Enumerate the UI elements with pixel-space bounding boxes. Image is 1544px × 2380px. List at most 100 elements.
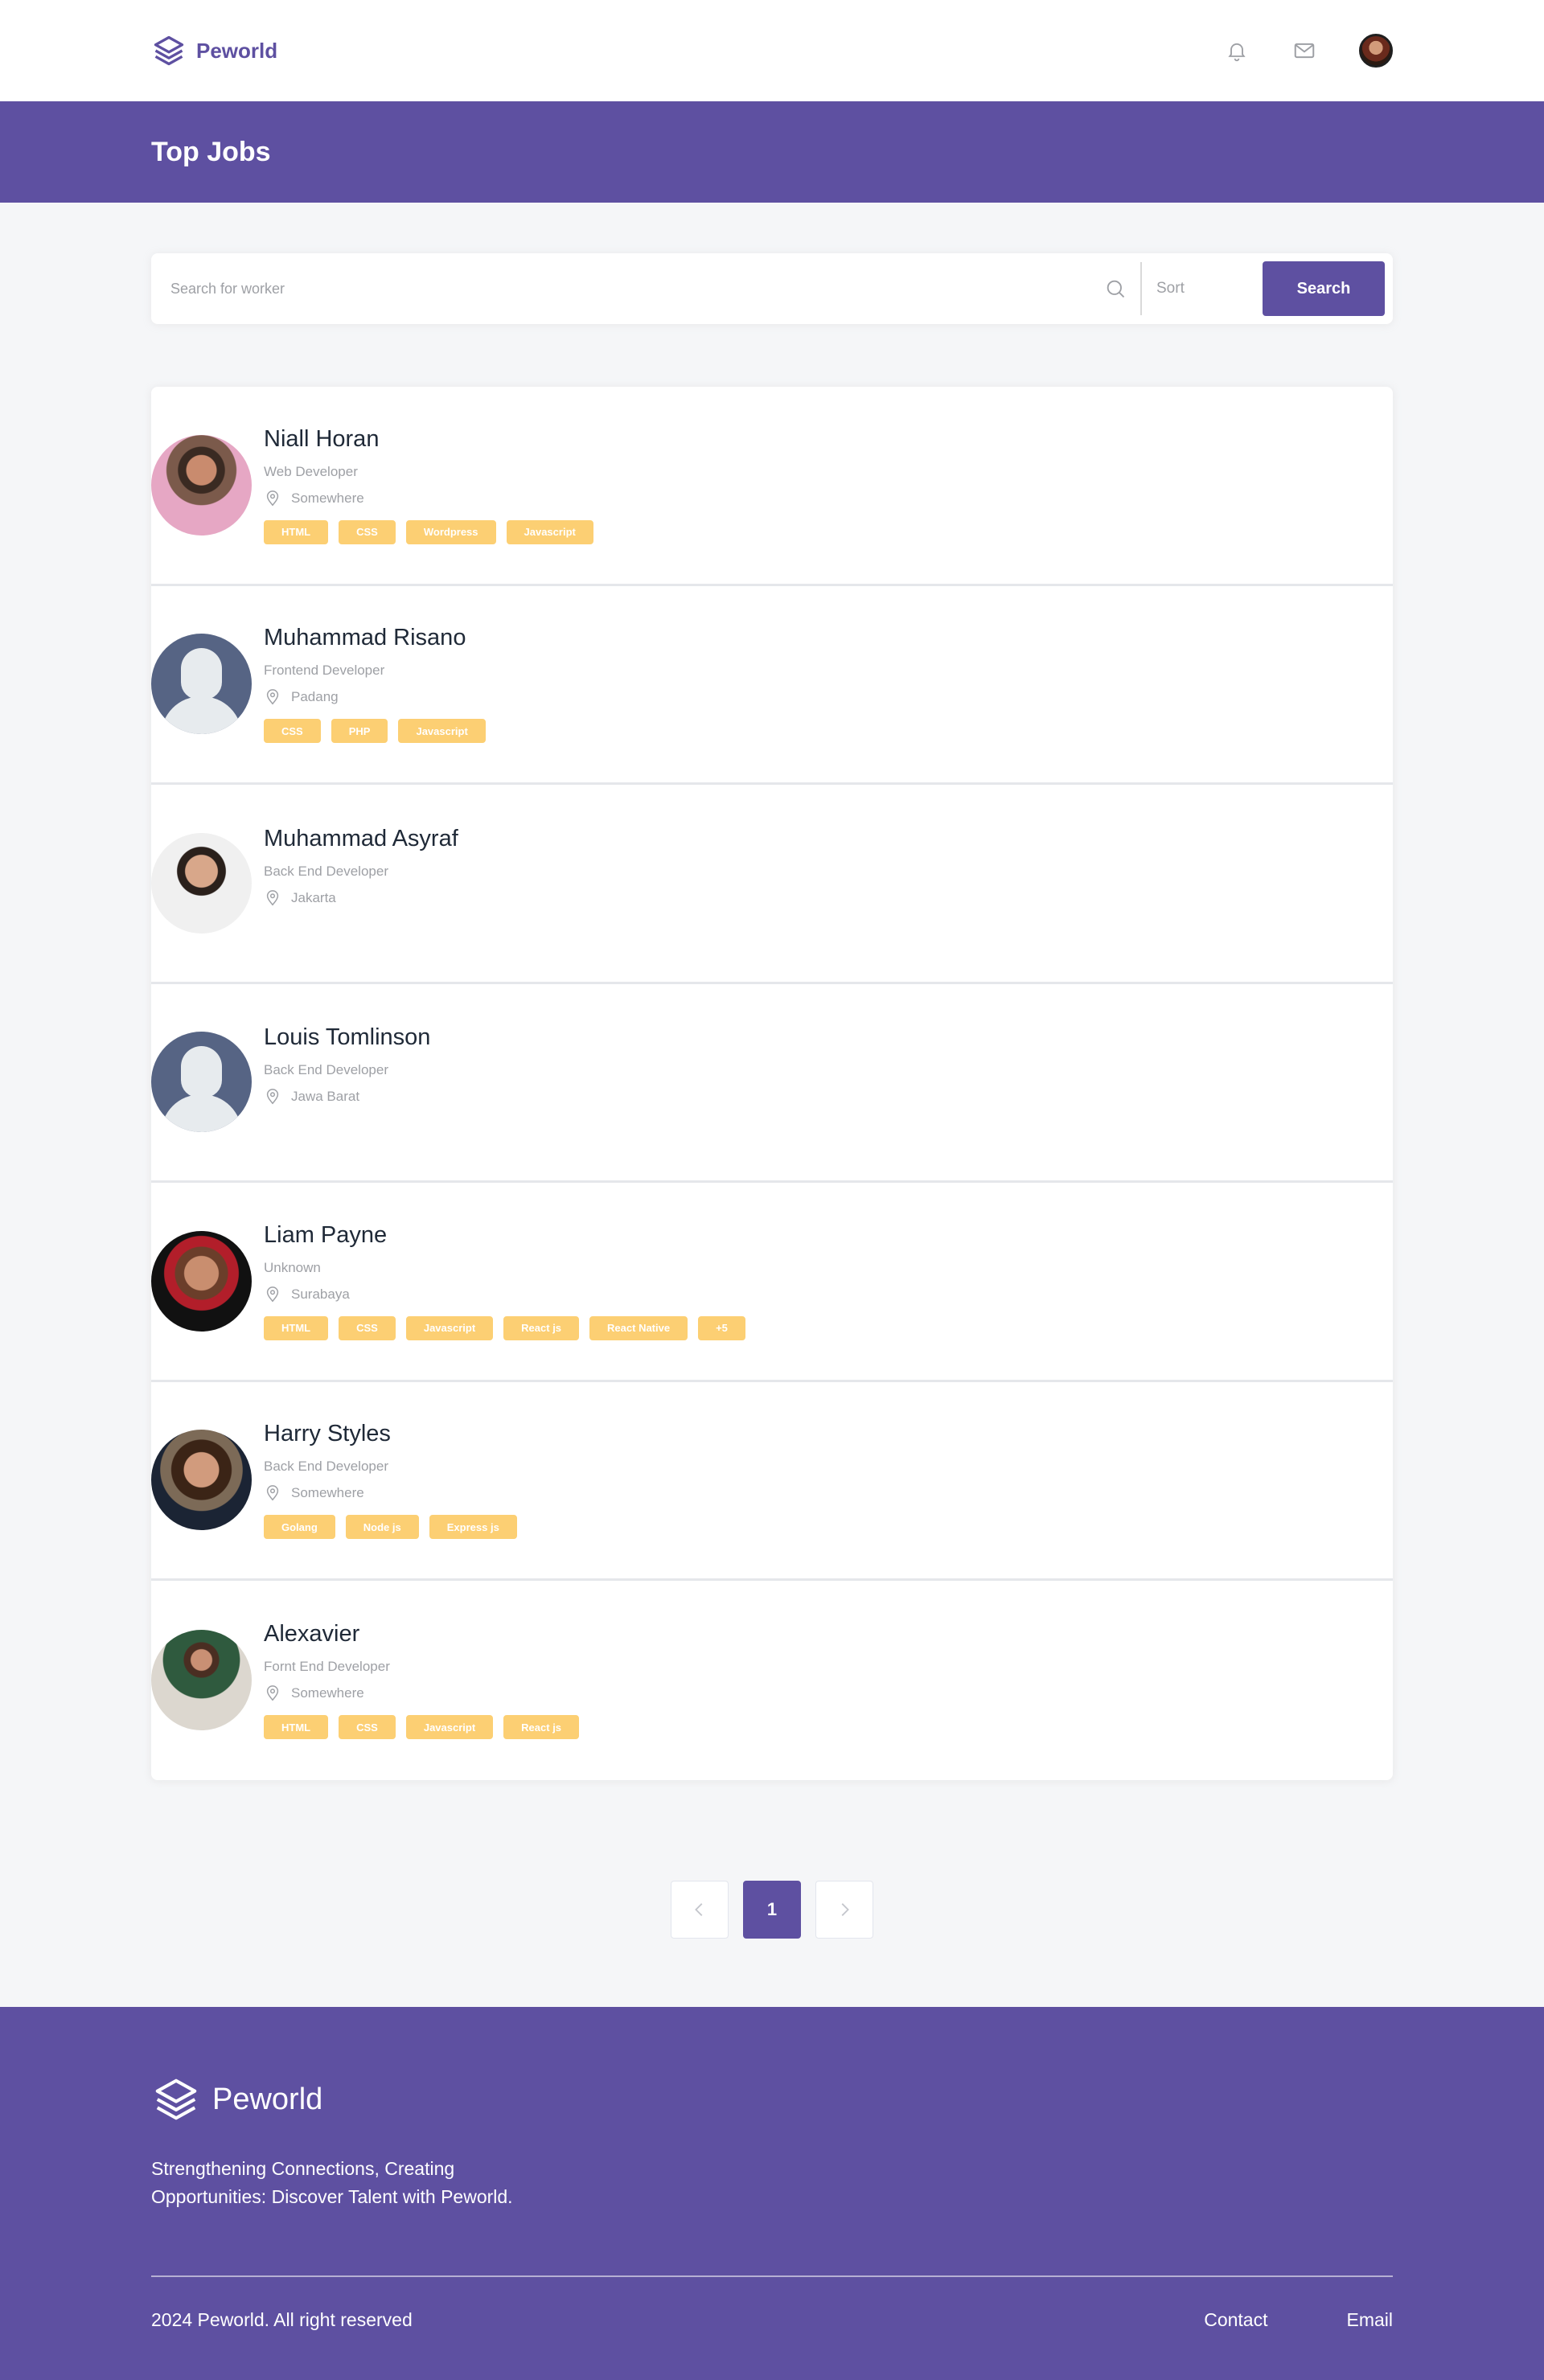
more-skills-tag[interactable]: +5 xyxy=(698,1315,745,1340)
worker-avatar xyxy=(151,1430,252,1531)
skill-tag: React Native xyxy=(589,1315,688,1340)
worker-role: Unknown xyxy=(264,1259,321,1275)
worker-row[interactable]: Alexavier Fornt End Developer Somewhere … xyxy=(151,1581,1393,1780)
map-pin-icon xyxy=(266,490,279,507)
map-pin-icon xyxy=(266,1089,279,1105)
footer-brand[interactable]: Peworld xyxy=(151,2074,1393,2124)
skill-tag: Express js xyxy=(429,1515,517,1540)
default-avatar-icon xyxy=(151,1032,252,1133)
worker-location: Somewhere xyxy=(264,1684,579,1702)
brand-name: Peworld xyxy=(196,38,278,63)
layers-logo-icon xyxy=(155,2078,197,2120)
worker-row[interactable]: Liam Payne Unknown Surabaya HTML CSS Jav… xyxy=(151,1183,1393,1382)
skill-tag: CSS xyxy=(339,519,396,544)
footer-tagline: Strengthening Connections, Creating Oppo… xyxy=(151,2158,513,2207)
worker-name[interactable]: Muhammad Risano xyxy=(264,625,486,651)
skill-tag: Javascript xyxy=(405,1315,494,1340)
worker-location: Jawa Barat xyxy=(264,1088,430,1106)
skill-tag: React js xyxy=(503,1315,580,1340)
search-input[interactable] xyxy=(170,280,1102,298)
layers-logo-icon xyxy=(154,35,184,66)
worker-name[interactable]: Niall Horan xyxy=(264,426,593,453)
map-pin-icon xyxy=(266,1685,279,1701)
skill-tags: HTML CSS Javascript React js xyxy=(264,1715,580,1740)
worker-row[interactable]: Louis Tomlinson Back End Developer Jawa … xyxy=(151,984,1393,1183)
worker-avatar xyxy=(151,434,252,536)
search-button[interactable]: Search xyxy=(1263,261,1385,316)
skill-tags: Golang Node js Express js xyxy=(264,1515,517,1540)
skill-tag: HTML xyxy=(264,519,329,544)
map-pin-icon xyxy=(266,889,279,906)
location-text: Surabaya xyxy=(291,1286,350,1302)
worker-list: Niall Horan Web Developer Somewhere HTML… xyxy=(151,387,1393,1780)
worker-role: Frontend Developer xyxy=(264,663,385,679)
footer-brand-name: Peworld xyxy=(212,2082,323,2116)
worker-role: Back End Developer xyxy=(264,1062,388,1078)
worker-name[interactable]: Alexavier xyxy=(264,1621,579,1648)
chevron-left-icon[interactable] xyxy=(671,1880,729,1939)
bell-icon[interactable] xyxy=(1224,38,1250,64)
search-icon[interactable] xyxy=(1102,275,1129,302)
mail-icon[interactable] xyxy=(1291,38,1317,64)
skill-tag: Wordpress xyxy=(405,519,496,544)
chevron-right-icon[interactable] xyxy=(815,1880,873,1939)
map-pin-icon xyxy=(266,1286,279,1303)
skill-tag: Golang xyxy=(264,1515,335,1540)
worker-avatar xyxy=(151,832,252,934)
user-avatar[interactable] xyxy=(1359,34,1393,68)
skill-tag: PHP xyxy=(331,719,388,744)
worker-location: Somewhere xyxy=(264,1484,517,1502)
page-button-current[interactable]: 1 xyxy=(743,1880,801,1939)
worker-name[interactable]: Muhammad Asyraf xyxy=(264,826,458,852)
worker-role: Web Developer xyxy=(264,463,358,479)
worker-name[interactable]: Harry Styles xyxy=(264,1421,517,1447)
brand-logo[interactable]: Peworld xyxy=(151,33,277,68)
worker-role: Back End Developer xyxy=(264,1459,388,1475)
location-text: Padang xyxy=(291,689,339,705)
location-text: Somewhere xyxy=(291,1485,364,1501)
location-text: Somewhere xyxy=(291,490,364,506)
page-title: Top Jobs xyxy=(151,136,271,167)
default-avatar-icon xyxy=(151,634,252,735)
worker-row[interactable]: Muhammad Asyraf Back End Developer Jakar… xyxy=(151,785,1393,984)
worker-row[interactable]: Harry Styles Back End Developer Somewher… xyxy=(151,1382,1393,1581)
map-pin-icon xyxy=(266,689,279,705)
pagination: 1 xyxy=(151,1880,1393,1939)
skill-tag: React js xyxy=(503,1715,580,1740)
location-text: Somewhere xyxy=(291,1685,364,1701)
skill-tag: Javascript xyxy=(506,519,593,544)
worker-location: Somewhere xyxy=(264,490,593,507)
footer-divider xyxy=(151,2275,1393,2277)
skill-tag: Node js xyxy=(345,1515,419,1540)
sort-dropdown[interactable]: Sort xyxy=(1142,280,1263,298)
worker-location: Padang xyxy=(264,688,486,706)
skill-tag: CSS xyxy=(339,1715,396,1740)
copyright-text: 2024 Peworld. All right reserved xyxy=(151,2309,413,2330)
skill-tags: CSS PHP Javascript xyxy=(264,719,486,744)
navbar: Peworld xyxy=(0,0,1544,101)
page-header: Top Jobs xyxy=(0,101,1544,203)
skill-tag: CSS xyxy=(264,719,321,744)
skill-tag: CSS xyxy=(339,1315,396,1340)
worker-avatar xyxy=(151,1630,252,1731)
worker-avatar xyxy=(151,1230,252,1332)
skill-tag: HTML xyxy=(264,1715,329,1740)
location-text: Jakarta xyxy=(291,889,336,905)
worker-row[interactable]: Muhammad Risano Frontend Developer Padan… xyxy=(151,586,1393,785)
map-pin-icon xyxy=(266,1485,279,1501)
footer-link-contact[interactable]: Contact xyxy=(1204,2309,1267,2331)
skill-tag: HTML xyxy=(264,1315,329,1340)
skill-tag: Javascript xyxy=(398,719,486,744)
worker-role: Fornt End Developer xyxy=(264,1659,390,1675)
worker-row[interactable]: Niall Horan Web Developer Somewhere HTML… xyxy=(151,387,1393,586)
skill-tag: Javascript xyxy=(405,1715,494,1740)
worker-location: Surabaya xyxy=(264,1286,745,1303)
worker-name[interactable]: Liam Payne xyxy=(264,1222,745,1249)
footer: Peworld Strengthening Connections, Creat… xyxy=(0,2007,1544,2380)
worker-role: Back End Developer xyxy=(264,863,388,879)
worker-location: Jakarta xyxy=(264,889,458,907)
footer-link-email[interactable]: Email xyxy=(1346,2309,1393,2331)
location-text: Jawa Barat xyxy=(291,1089,360,1105)
worker-name[interactable]: Louis Tomlinson xyxy=(264,1024,430,1051)
skill-tags: HTML CSS Wordpress Javascript xyxy=(264,519,593,544)
